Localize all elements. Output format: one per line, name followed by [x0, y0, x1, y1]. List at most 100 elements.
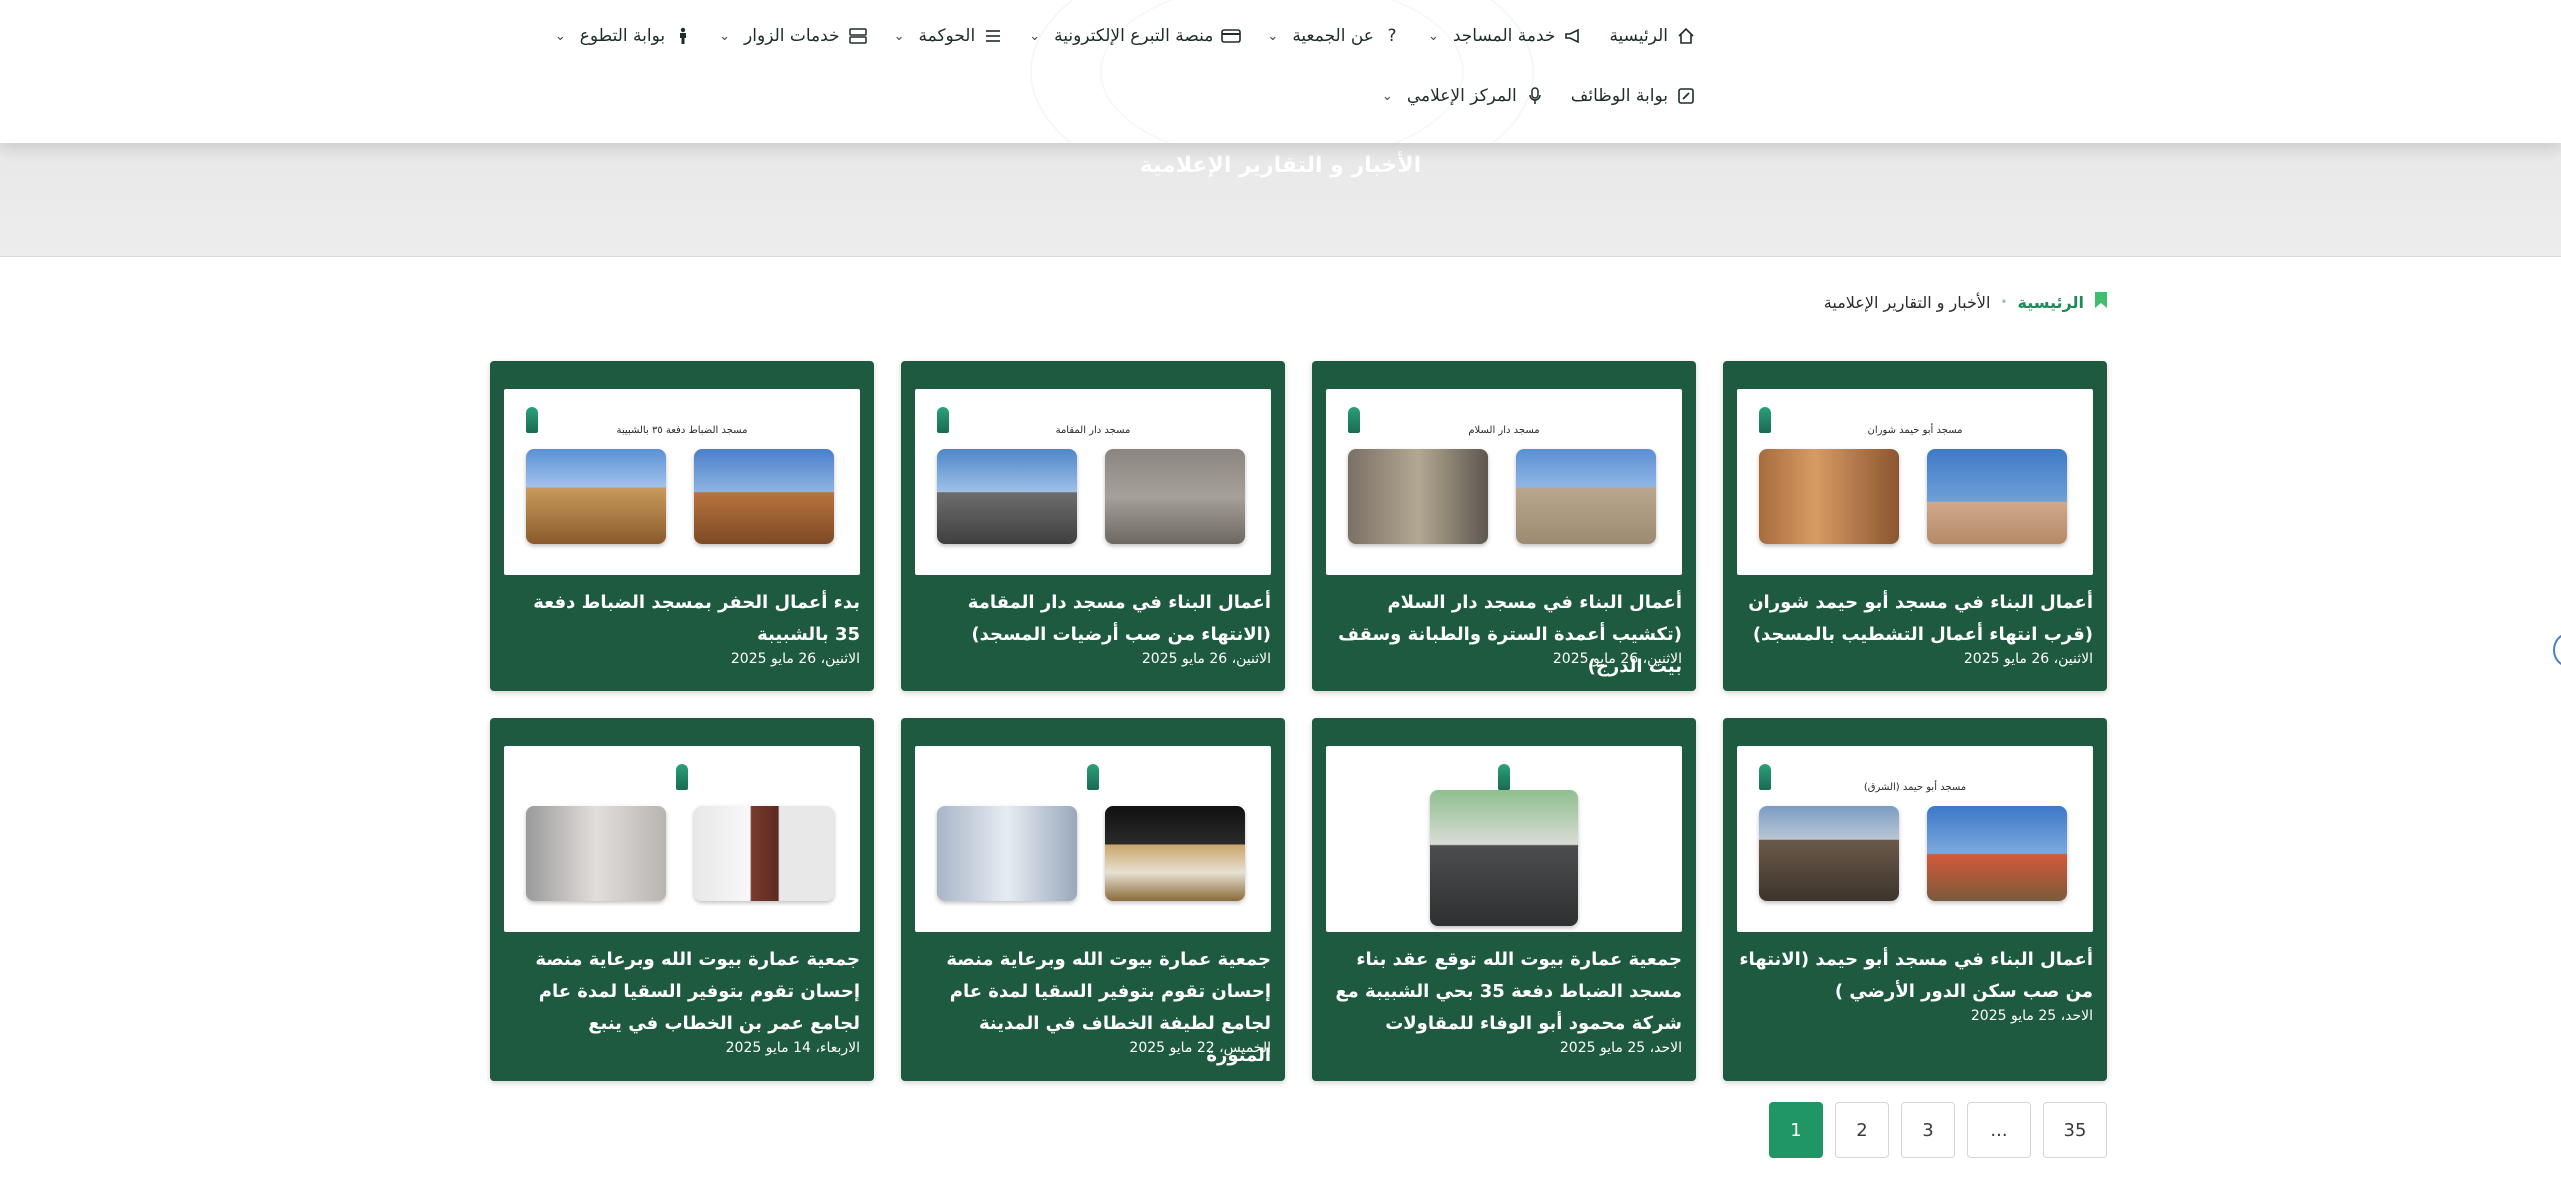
news-card-date: الاربعاء، 14 مايو 2025: [725, 1040, 860, 1056]
news-card-image: مسجد الضباط دفعة ٣٥ بالشبيبة: [504, 389, 860, 575]
floating-accessibility-button[interactable]: [2553, 633, 2561, 667]
nav-item-visitor-services[interactable]: خدمات الزوار ⌄: [719, 20, 867, 52]
news-card[interactable]: جمعية عمارة بيوت الله توقع عقد بناء مسجد…: [1312, 718, 1696, 1081]
chevron-down-icon: ⌄: [893, 28, 905, 44]
news-card-title[interactable]: بدء أعمال الحفر بمسجد الضباط دفعة 35 بال…: [504, 587, 860, 651]
news-card-image: مسجد دار السلام: [1326, 389, 1682, 575]
news-card-date: الاثنين، 26 مايو 2025: [1552, 651, 1682, 667]
news-card-image: مسجد دار المقامة: [915, 389, 1271, 575]
breadcrumb-current: الأخبار و التقارير الإعلامية: [1823, 292, 1991, 312]
photo: [1430, 790, 1578, 926]
image-caption: مسجد أبو حيمد شوران: [1867, 425, 1963, 436]
news-card-title[interactable]: أعمال البناء في مسجد أبو حيمد (الانتهاء …: [1737, 944, 2093, 1008]
bookmark-icon: [2094, 291, 2108, 313]
page-banner: الأخبار و التقارير الإعلامية: [0, 143, 2561, 257]
news-grid: مسجد أبو حيمد شوران أعمال البناء في مسجد…: [489, 361, 2107, 1081]
person-icon: [673, 26, 693, 46]
site-header: الرئيسية خدمة المساجد ⌄ ? عن الجمعية ⌄ م…: [0, 0, 2561, 143]
page-button-1[interactable]: 1: [1769, 1102, 1823, 1158]
page-button-last[interactable]: 35: [2043, 1102, 2107, 1158]
news-card[interactable]: مسجد أبو حيمد شوران أعمال البناء في مسجد…: [1723, 361, 2107, 691]
news-card-title[interactable]: جمعية عمارة بيوت الله وبرعاية منصة إحسان…: [504, 944, 860, 1040]
nav-label: خدمات الزوار: [744, 26, 840, 46]
chevron-down-icon: ⌄: [1029, 28, 1041, 44]
nav-item-mosque-service[interactable]: خدمة المساجد ⌄: [1428, 20, 1583, 52]
microphone-icon: [1525, 86, 1545, 106]
news-card-image: مسجد أبو حيمد شوران: [1737, 389, 2093, 575]
breadcrumb-home-link[interactable]: الرئيسية: [2018, 293, 2085, 312]
page-button-3[interactable]: 3: [1901, 1102, 1955, 1158]
pagination: 1 2 3 ... 35: [1769, 1102, 2107, 1158]
photo: [1759, 806, 1899, 901]
news-card-date: الاحد، 25 مايو 2025: [1559, 1040, 1682, 1056]
photo: [526, 806, 666, 901]
page-button-2[interactable]: 2: [1835, 1102, 1889, 1158]
page-title: الأخبار و التقارير الإعلامية: [1139, 153, 1422, 178]
photo: [1927, 449, 2067, 544]
nav-label: خدمة المساجد: [1452, 26, 1556, 46]
image-caption: مسجد دار السلام: [1468, 425, 1540, 436]
image-caption: مسجد أبو حيمد (الشرق): [1863, 782, 1967, 793]
nav-item-about[interactable]: ? عن الجمعية ⌄: [1267, 20, 1402, 52]
photo: [526, 449, 666, 544]
photo: [1927, 806, 2067, 901]
news-card-date: الاثنين، 26 مايو 2025: [1141, 651, 1271, 667]
news-card-image: [915, 746, 1271, 932]
news-card-image: [1326, 746, 1682, 932]
chevron-down-icon: ⌄: [719, 28, 731, 44]
nav-label: بوابة الوظائف: [1570, 86, 1668, 106]
news-card[interactable]: مسجد الضباط دفعة ٣٥ بالشبيبة بدء أعمال ا…: [490, 361, 874, 691]
photo: [1105, 806, 1245, 901]
news-card-date: الاثنين، 26 مايو 2025: [730, 651, 860, 667]
nav-item-governance[interactable]: الحوكمة ⌄: [894, 20, 1004, 52]
logo-icon: [1087, 764, 1099, 790]
news-card-date: الاثنين، 26 مايو 2025: [1963, 651, 2093, 667]
nav-item-media-center[interactable]: المركز الإعلامي ⌄: [1382, 80, 1545, 112]
photo: [937, 806, 1077, 901]
photo: [694, 449, 834, 544]
photo: [1759, 449, 1899, 544]
image-caption: مسجد دار المقامة: [1055, 425, 1131, 436]
news-card-title[interactable]: جمعية عمارة بيوت الله توقع عقد بناء مسجد…: [1326, 944, 1682, 1040]
main-nav-row-2: بوابة الوظائف المركز الإعلامي ⌄: [1382, 80, 1696, 112]
news-card[interactable]: مسجد أبو حيمد (الشرق) أعمال البناء في مس…: [1723, 718, 2107, 1081]
news-card-title[interactable]: أعمال البناء في مسجد دار السلام (تكشيب أ…: [1326, 587, 1682, 683]
photo: [937, 449, 1077, 544]
nav-item-jobs-portal[interactable]: بوابة الوظائف: [1571, 80, 1696, 112]
nav-item-donation-platform[interactable]: منصة التبرع الإلكترونية ⌄: [1029, 20, 1242, 52]
chevron-down-icon: ⌄: [1267, 28, 1279, 44]
nav-label: الحوكمة: [918, 26, 976, 46]
news-card-date: الخميس، 22 مايو 2025: [1129, 1040, 1271, 1056]
nav-item-volunteer-portal[interactable]: بوابة التطوع ⌄: [555, 20, 693, 52]
image-caption: مسجد الضباط دفعة ٣٥ بالشبيبة: [616, 425, 748, 436]
breadcrumb: الرئيسية • الأخبار و التقارير الإعلامية: [1824, 291, 2108, 313]
nav-label: الرئيسية: [1609, 26, 1668, 46]
news-card-image: مسجد أبو حيمد (الشرق): [1737, 746, 2093, 932]
page-ellipsis: ...: [1967, 1102, 2031, 1158]
nav-label: بوابة التطوع: [579, 26, 666, 46]
photo: [1516, 449, 1656, 544]
news-card[interactable]: جمعية عمارة بيوت الله وبرعاية منصة إحسان…: [490, 718, 874, 1081]
news-card-title[interactable]: أعمال البناء في مسجد أبو حيمد شوران (قرب…: [1737, 587, 2093, 651]
card-icon: [1221, 26, 1242, 46]
nav-label: منصة التبرع الإلكترونية: [1054, 26, 1214, 46]
main-nav-row-1: الرئيسية خدمة المساجد ⌄ ? عن الجمعية ⌄ م…: [555, 20, 1696, 52]
photo: [1348, 449, 1488, 544]
nav-label: عن الجمعية: [1292, 26, 1374, 46]
news-card-date: الاحد، 25 مايو 2025: [1970, 1008, 2093, 1024]
nav-item-home[interactable]: الرئيسية: [1609, 20, 1696, 52]
edit-icon: [1676, 86, 1696, 106]
news-card[interactable]: مسجد دار السلام أعمال البناء في مسجد دار…: [1312, 361, 1696, 691]
news-card-image: [504, 746, 860, 932]
question-icon: ?: [1387, 26, 1397, 46]
megaphone-icon: [1563, 26, 1583, 46]
news-card[interactable]: جمعية عمارة بيوت الله وبرعاية منصة إحسان…: [901, 718, 1285, 1081]
news-card[interactable]: مسجد دار المقامة أعمال البناء في مسجد دا…: [901, 361, 1285, 691]
chevron-down-icon: ⌄: [554, 28, 566, 44]
breadcrumb-separator: •: [2000, 295, 2008, 309]
chevron-down-icon: ⌄: [1381, 88, 1393, 104]
news-card-title[interactable]: أعمال البناء في مسجد دار المقامة (الانته…: [915, 587, 1271, 651]
home-icon: [1676, 26, 1696, 46]
photo: [1105, 449, 1245, 544]
server-icon: [848, 26, 868, 46]
